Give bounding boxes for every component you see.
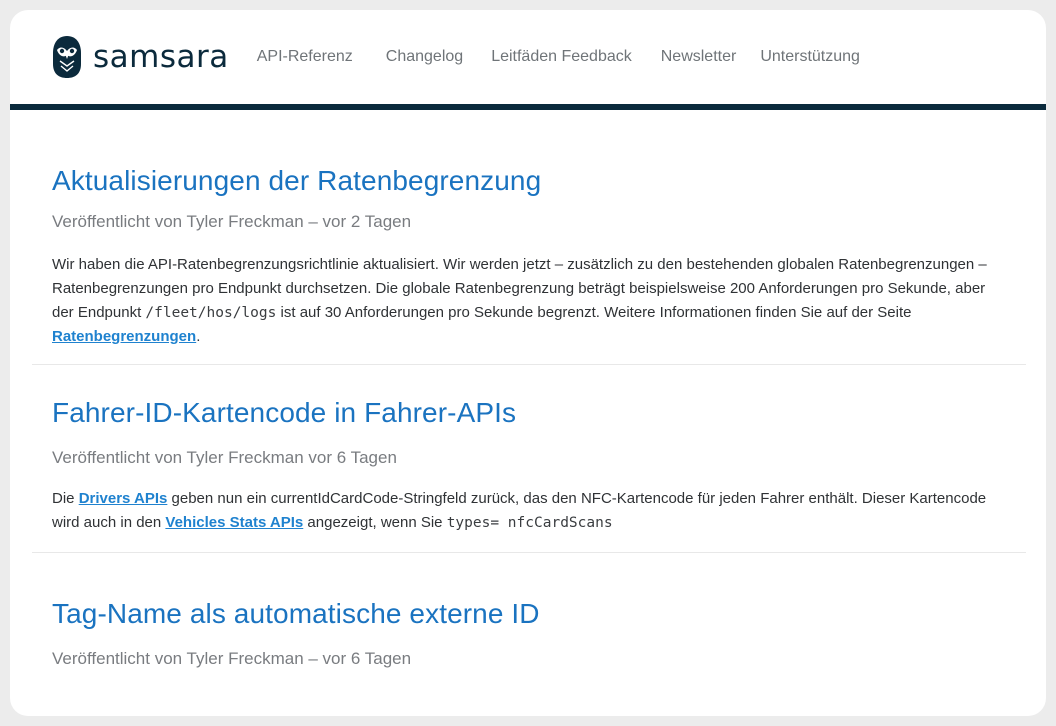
nav-item-changelog[interactable]: Changelog bbox=[386, 48, 463, 66]
inline-code: /fleet/hos/logs bbox=[145, 305, 277, 321]
post-text: angezeigt, wenn Sie bbox=[303, 514, 447, 531]
post-text: . bbox=[196, 328, 201, 345]
brand-name: samsara bbox=[93, 39, 229, 75]
site-header: samsara API-Referenz Changelog Leitfäden… bbox=[10, 10, 1046, 110]
nav-item-api-reference[interactable]: API-Referenz bbox=[257, 48, 353, 66]
post-meta: Veröffentlicht von Tyler Freckman – vor … bbox=[52, 649, 412, 668]
inline-code: types= nfcCardScans bbox=[446, 515, 613, 531]
browser-window: samsara API-Referenz Changelog Leitfäden… bbox=[10, 10, 1046, 716]
nav-item-guides-feedback[interactable]: Leitfäden Feedback bbox=[491, 48, 632, 66]
post-title[interactable]: Fahrer-ID-Kartencode in Fahrer-APIs bbox=[52, 394, 1004, 432]
samsara-logo[interactable]: samsara bbox=[51, 34, 229, 80]
nav-item-newsletter[interactable]: Newsletter bbox=[661, 48, 737, 66]
post-body: Wir haben die API-Ratenbegrenzungsrichtl… bbox=[52, 253, 1004, 364]
owl-logo-icon bbox=[53, 36, 81, 78]
vehicle-stats-apis-link[interactable]: Vehicles Stats APIs bbox=[165, 514, 303, 531]
nav-item-support[interactable]: Unterstützung bbox=[760, 48, 860, 66]
post-text: ist auf 30 Anforderungen pro Sekunde beg… bbox=[276, 304, 912, 321]
changelog-post: Fahrer-ID-Kartencode in Fahrer-APIs Verö… bbox=[10, 365, 1046, 552]
post-body: Die Drivers APIs geben nun ein currentId… bbox=[52, 487, 1004, 552]
changelog-post: Tag-Name als automatische externe ID Ver… bbox=[10, 553, 1046, 671]
rate-limits-link[interactable]: Ratenbegrenzungen bbox=[52, 328, 196, 345]
post-title[interactable]: Tag-Name als automatische externe ID bbox=[52, 595, 1004, 633]
post-meta: Veröffentlicht von Tyler Freckman vor 6 … bbox=[52, 448, 397, 467]
post-title[interactable]: Aktualisierungen der Ratenbegrenzung bbox=[52, 161, 1004, 201]
main-nav: API-Referenz Changelog Leitfäden Feedbac… bbox=[257, 48, 860, 66]
post-text: Die bbox=[52, 490, 79, 507]
drivers-apis-link[interactable]: Drivers APIs bbox=[79, 490, 168, 507]
changelog-post: Aktualisierungen der Ratenbegrenzung Ver… bbox=[10, 110, 1046, 364]
post-meta: Veröffentlicht von Tyler Freckman – vor … bbox=[52, 212, 412, 231]
